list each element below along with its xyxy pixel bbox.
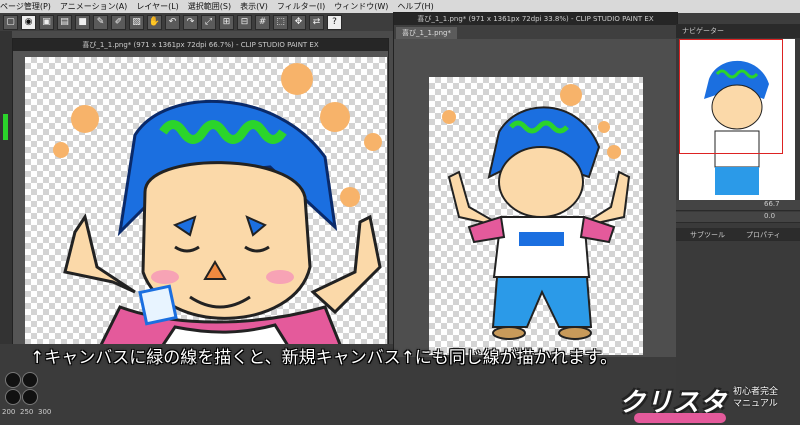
flip-icon[interactable]: ⇄ [309,14,324,30]
copy-icon[interactable]: ▣ [39,14,54,30]
brush-size-swatch[interactable] [5,372,21,388]
menu-window[interactable]: ウィンドウ(W) [334,1,388,12]
eye-icon[interactable]: ◉ [21,14,36,30]
kurisuta-logo: クリスタ [619,382,729,423]
undo-icon[interactable]: ↶ [165,14,180,30]
navigator-zoom-value: 66.7 [764,200,780,208]
snap-icon[interactable]: ⊟ [237,14,252,30]
transform-icon[interactable]: ⤢ [201,14,216,30]
menu-selection[interactable]: 選択範囲(S) [188,1,231,12]
brush-icon[interactable]: ✐ [111,14,126,30]
right-panel: ナビゲーター 66.7 0.0 サブツール プロパティ [676,24,800,425]
character-illustration-small [442,84,631,340]
brush-size-label: 200 [2,408,16,416]
navigator-title: ナビゲーター [676,24,800,38]
tab-bar-new: 喜び_1_1.png* [394,25,677,39]
vector-icon[interactable]: ▧ [129,14,144,30]
move-icon[interactable]: ✥ [291,14,306,30]
character-illustration-large [53,63,382,357]
hand-icon[interactable]: ✋ [147,14,162,30]
menu-page[interactable]: ページ管理(P) [0,1,51,12]
navigator-zoom-row: 66.7 [676,200,800,211]
ruler-icon[interactable]: ⊞ [219,14,234,30]
clear-icon[interactable]: ▤ [57,14,72,30]
redo-icon[interactable]: ↷ [183,14,198,30]
window-title: 喜び_1_1.png* (971 x 1361px 72dpi 66.7%) -… [13,39,388,51]
pen-icon[interactable]: ✎ [93,14,108,30]
beginner-line-1: 初心者完全 [733,387,779,397]
logo-underline [634,413,726,423]
menu-filter[interactable]: フィルター(I) [277,1,325,12]
canvas-window-new[interactable]: 喜び_1_1.png* (971 x 1361px 72dpi 33.8%) -… [393,12,678,359]
window-title-new: 喜び_1_1.png* (971 x 1361px 72dpi 33.8%) -… [394,13,677,25]
brush-size-label: 250 [20,408,34,416]
subtool-tabs: サブツール プロパティ [676,228,800,241]
menu-animation[interactable]: アニメーション(A) [60,1,127,12]
tab-property[interactable]: プロパティ [746,230,781,240]
canvas-window-main[interactable]: 喜び_1_1.png* (971 x 1361px 72dpi 66.7%) -… [12,38,389,357]
menu-help[interactable]: ヘルプ(H) [397,1,433,12]
accent-marker [3,114,8,140]
new-icon[interactable]: ▢ [3,14,18,30]
canvas-new[interactable] [429,77,643,355]
beginner-manual-label: 初心者完全 マニュアル [733,386,778,410]
fill-icon[interactable]: ■ [75,14,90,30]
document-tab-new[interactable]: 喜び_1_1.png* [396,27,457,39]
navigator-view-frame[interactable] [679,39,783,154]
menu-layer[interactable]: レイヤー(L) [136,1,178,12]
brush-size-swatch[interactable] [22,389,38,405]
brush-size-swatch[interactable] [5,389,21,405]
brush-size-swatch[interactable] [22,372,38,388]
canvas-main[interactable] [25,57,387,357]
select-icon[interactable]: ⬚ [273,14,288,30]
navigator-angle-value: 0.0 [764,212,776,220]
menu-view[interactable]: 表示(V) [240,1,268,12]
annotation-caption: ↑キャンバスに緑の線を描くと、新規キャンバス↑にも同じ線が描かれます。 [30,348,618,368]
navigator-angle-row: 0.0 [676,212,800,223]
grid-icon[interactable]: # [255,14,270,30]
brush-size-label: 300 [38,408,52,416]
help-icon[interactable]: ? [327,14,342,30]
tab-subtool[interactable]: サブツール [690,230,725,240]
beginner-line-2: マニュアル [733,399,778,409]
